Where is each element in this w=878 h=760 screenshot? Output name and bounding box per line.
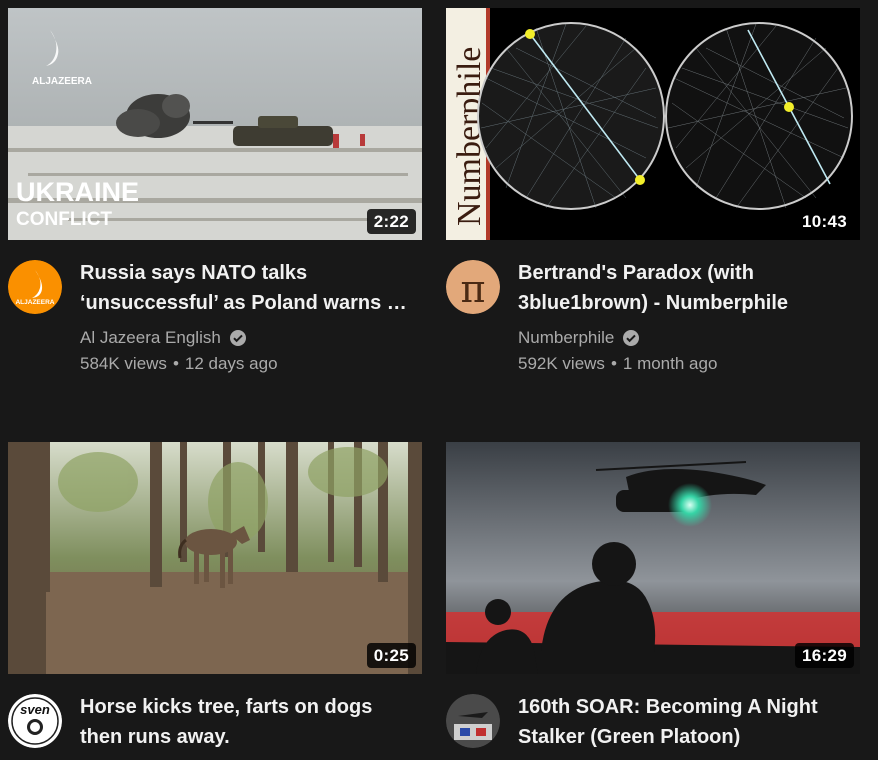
thumb-subheadline: CONFLICT [16, 209, 112, 230]
video-title[interactable]: Horse kicks tree, farts on dogs then run… [80, 692, 410, 752]
circle-diagram-right [665, 22, 853, 210]
video-stats: 584K views • 12 days ago [80, 354, 278, 373]
video-thumbnail[interactable]: 0:25 [8, 442, 422, 674]
verified-badge-icon [229, 329, 247, 347]
thumb-headline: UKRAINE [16, 177, 139, 207]
circle-diagram-left [477, 22, 665, 210]
video-thumbnail[interactable]: ALJAZEERA UKRAINE CONFLICT 2:22 [8, 8, 422, 240]
svg-text:π: π [461, 267, 486, 311]
video-title[interactable]: 160th SOAR: Becoming A Night Stalker (Gr… [518, 692, 848, 752]
channel-avatar[interactable] [446, 694, 500, 748]
duration-badge: 0:25 [366, 643, 416, 668]
duration-badge: 10:43 [795, 209, 854, 234]
verified-badge-icon [622, 329, 640, 347]
duration-badge: 2:22 [366, 209, 416, 234]
svg-text:sven: sven [20, 702, 50, 717]
video-title[interactable]: Bertrand's Paradox (with 3blue1brown) - … [518, 258, 848, 318]
channel-avatar[interactable]: π [446, 260, 500, 314]
channel-avatar[interactable]: ALJAZEERA [8, 260, 62, 314]
video-title[interactable]: Russia says NATO talks ‘unsuccessful’ as… [80, 258, 410, 318]
video-thumbnail[interactable]: Numberphile 10:43 [446, 8, 860, 240]
duration-badge: 16:29 [795, 643, 854, 668]
channel-name[interactable]: Al Jazeera English [80, 326, 221, 350]
svg-text:ALJAZEERA: ALJAZEERA [15, 299, 54, 306]
video-stats: 592K views • 1 month ago [518, 354, 718, 373]
aljazeera-logo: ALJAZEERA [32, 76, 92, 87]
video-thumbnail[interactable]: 16:29 [446, 442, 860, 674]
channel-name[interactable]: Numberphile [518, 326, 614, 350]
channel-avatar[interactable]: sven [8, 694, 62, 748]
